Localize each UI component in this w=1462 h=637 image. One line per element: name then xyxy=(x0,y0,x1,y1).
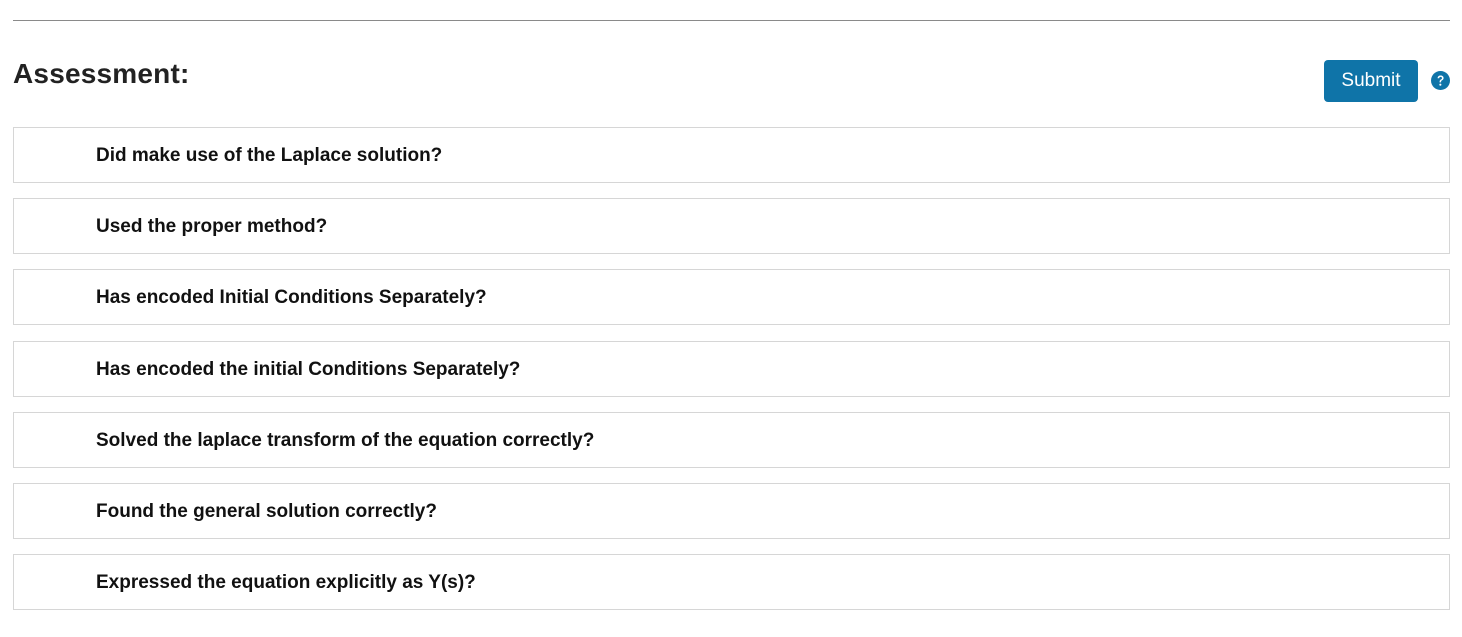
criterion-label: Solved the laplace transform of the equa… xyxy=(96,429,595,451)
criterion-label: Expressed the equation explicitly as Y(s… xyxy=(96,572,476,594)
criterion-label: Did make use of the Laplace solution? xyxy=(96,145,443,166)
criterion-row[interactable]: Has encoded Initial Conditions Separatel… xyxy=(13,269,1450,326)
page-title: Assessment: xyxy=(13,58,190,89)
criterion-label: Has encoded Initial Conditions Separatel… xyxy=(96,287,487,309)
criterion-row[interactable]: Has encoded the initial Conditions Separ… xyxy=(13,340,1450,397)
criterion-row[interactable]: Found the general solution correctly? xyxy=(13,482,1450,539)
criterion-label: Has encoded the initial Conditions Separ… xyxy=(96,358,521,380)
criterion-label: Found the general solution correctly? xyxy=(96,500,437,522)
criterion-row[interactable]: Used the proper method? xyxy=(13,198,1450,255)
criterion-row[interactable]: Solved the laplace transform of the equa… xyxy=(13,411,1450,468)
assessment-header: Assessment: Submit xyxy=(13,56,1450,106)
submit-button[interactable]: Submit xyxy=(1324,60,1418,102)
help-icon[interactable] xyxy=(1431,71,1450,90)
criterion-row[interactable]: Did make use of the Laplace solution? xyxy=(13,127,1450,183)
criterion-label: Used the proper method? xyxy=(96,216,328,238)
question-circle-icon xyxy=(1431,71,1450,90)
top-divider xyxy=(13,20,1450,21)
criterion-row[interactable]: Expressed the equation explicitly as Y(s… xyxy=(13,554,1450,611)
criteria-list: Did make use of the Laplace solution? Us… xyxy=(13,127,1450,625)
